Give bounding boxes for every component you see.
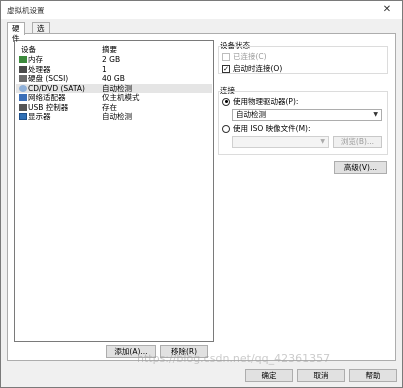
use-physical-radio-button[interactable]: [222, 97, 230, 106]
vm-settings-window: 虚拟机设置 ✕ 硬件 选项 设备 摘要 内存2 GB处理器1硬盘 (SCSI)4…: [0, 0, 403, 388]
title-bar: 虚拟机设置 ✕: [1, 1, 402, 19]
connected-label: 已连接(C): [233, 52, 267, 61]
use-iso-radio[interactable]: 使用 ISO 映像文件(M):: [222, 123, 311, 134]
device-summary: 2 GB: [102, 55, 121, 64]
device-row[interactable]: 显示器 自动检测: [16, 112, 212, 121]
device-summary: 1: [102, 64, 107, 74]
cd-dvd-icon: [19, 84, 27, 92]
column-summary: 摘要: [102, 45, 117, 54]
use-iso-label: 使用 ISO 映像文件(M):: [233, 124, 311, 133]
device-name: 内存: [28, 55, 43, 64]
use-physical-radio[interactable]: 使用物理驱动器(P):: [222, 96, 298, 107]
watermark: https://blog.csdn.net/qq_42361357: [137, 352, 331, 365]
network-adapter-icon: [19, 94, 27, 101]
cancel-button[interactable]: 取消: [297, 369, 345, 382]
advanced-button[interactable]: 高级(V)...: [334, 161, 387, 174]
iso-path-input[interactable]: ▼: [232, 136, 329, 148]
device-list[interactable]: 设备 摘要 内存 2 GB 处理器 1 硬盘 (SCSI) 40 GB CD/DVD (SA…: [14, 40, 214, 342]
device-summary: 自动检测: [102, 83, 132, 93]
harddisk-icon: [19, 75, 27, 82]
iso-chevron-down-icon[interactable]: ▼: [320, 137, 325, 147]
device-name: CD/DVD (SATA): [28, 83, 85, 93]
device-row[interactable]: USB 控制器 存在: [16, 103, 212, 112]
device-name: 处理器: [28, 64, 51, 74]
connected-checkbox-box[interactable]: [222, 52, 230, 61]
device-summary: 仅主机模式: [102, 93, 140, 102]
device-row[interactable]: CD/DVD (SATA) 自动检测: [16, 83, 212, 93]
column-device: 设备: [21, 45, 36, 54]
connect-on-power-label: 启动时连接(O): [233, 64, 283, 73]
connect-on-power-checkbox[interactable]: ✓ 启动时连接(O): [222, 63, 282, 74]
hardware-panel: 设备 摘要 内存 2 GB 处理器 1 硬盘 (SCSI) 40 GB CD/DVD (SA…: [7, 33, 396, 361]
device-summary: 自动检测: [102, 112, 132, 121]
use-iso-radio-button[interactable]: [222, 124, 230, 133]
device-list-header: 设备 摘要: [21, 44, 211, 54]
device-name: 显示器: [28, 112, 51, 121]
physical-drive-select[interactable]: 自动检测 ▼: [232, 109, 382, 121]
physical-drive-value: 自动检测: [236, 110, 266, 119]
ok-button[interactable]: 确定: [245, 369, 293, 382]
help-button[interactable]: 帮助: [349, 369, 397, 382]
memory-icon: [19, 56, 27, 63]
window-title: 虚拟机设置: [7, 6, 45, 15]
device-summary: 存在: [102, 102, 117, 112]
device-name: 网络适配器: [28, 93, 66, 102]
cpu-icon: [19, 65, 27, 73]
device-name: USB 控制器: [28, 102, 69, 112]
tab-hardware[interactable]: 硬件: [7, 22, 25, 43]
device-name: 硬盘 (SCSI): [28, 74, 69, 83]
device-row[interactable]: 处理器 1: [16, 65, 212, 74]
chevron-down-icon[interactable]: ▼: [373, 110, 378, 120]
connect-on-power-checkbox-box[interactable]: ✓: [222, 64, 230, 73]
connected-checkbox[interactable]: 已连接(C): [222, 51, 267, 62]
device-row[interactable]: 内存 2 GB: [16, 55, 212, 64]
usb-icon: [19, 103, 27, 111]
device-row[interactable]: 硬盘 (SCSI) 40 GB: [16, 74, 212, 83]
device-row[interactable]: 网络适配器 仅主机模式: [16, 93, 212, 102]
close-icon[interactable]: ✕: [380, 3, 394, 16]
device-summary: 40 GB: [102, 74, 125, 83]
use-physical-label: 使用物理驱动器(P):: [233, 97, 299, 106]
browse-button[interactable]: 浏览(B)...: [333, 136, 382, 148]
monitor-icon: [19, 113, 27, 120]
